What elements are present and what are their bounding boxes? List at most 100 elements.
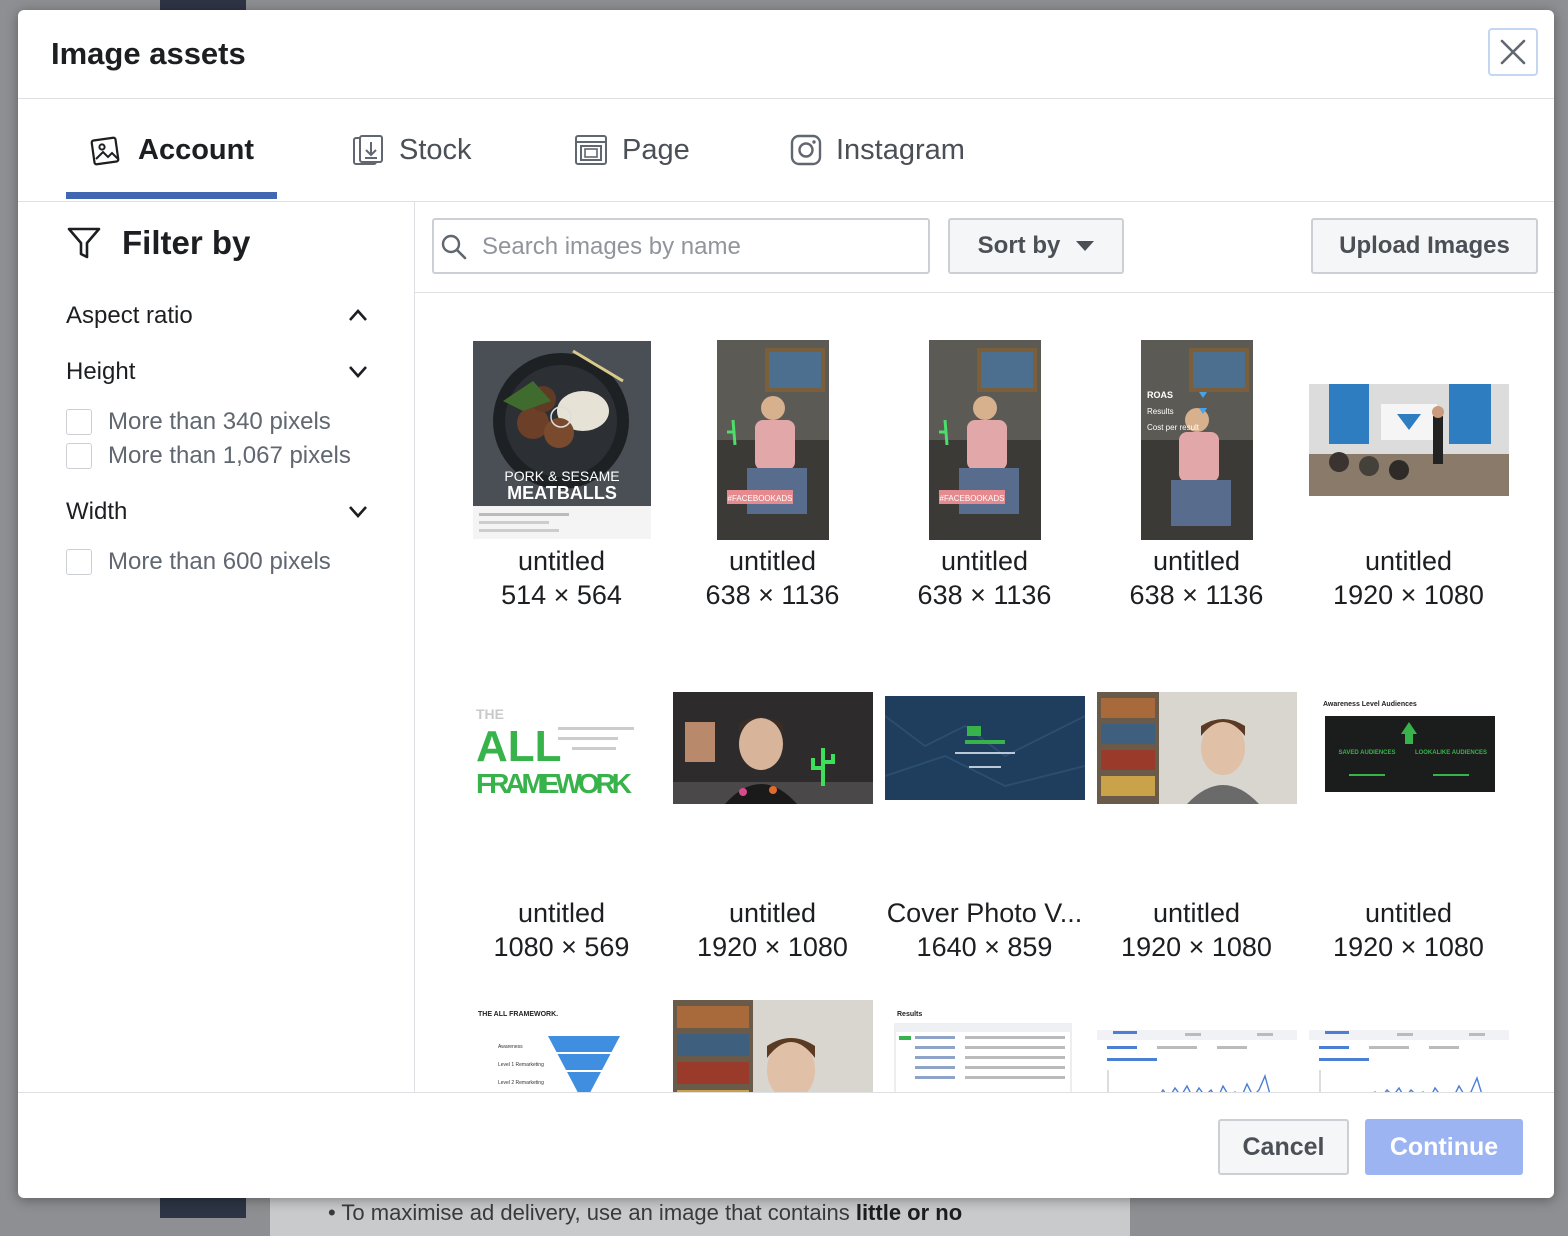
image-name: untitled bbox=[728, 898, 817, 928]
image-tile[interactable]: #FACEBOOKADS untitled 638 × 1136 bbox=[667, 340, 878, 612]
image-tile[interactable] bbox=[667, 1000, 878, 1092]
thumbnail-frame: ROAS Results Cost per result bbox=[1091, 340, 1302, 540]
upload-images-button[interactable]: Upload Images bbox=[1311, 218, 1538, 274]
image-tile[interactable] bbox=[1091, 1000, 1302, 1092]
filter-option-width-600[interactable]: More than 600 pixels bbox=[66, 548, 331, 576]
thumb-funnel-l1: Awareness bbox=[498, 1044, 523, 1050]
image-tile[interactable]: THE ALL FRAMEWORK untitled 1080 × 569 bbox=[456, 692, 667, 964]
background-dark-strip bbox=[160, 0, 246, 10]
image-thumbnail: #FACEBOOKADS bbox=[716, 340, 829, 540]
thumbnail-frame bbox=[1303, 1000, 1514, 1092]
thumb-framework-word: FRAMEWORK bbox=[476, 768, 632, 799]
tab-page[interactable]: Page bbox=[574, 99, 690, 201]
image-assets-modal: Image assets Account Stock Page Instagra… bbox=[18, 10, 1554, 1198]
cancel-button[interactable]: Cancel bbox=[1218, 1119, 1349, 1175]
image-thumbnail: THE ALL FRAMEWORK. Awareness Level 1 Rem… bbox=[461, 1000, 662, 1092]
image-toolbar: Sort by Upload Images bbox=[415, 202, 1554, 293]
thumb-saved-audiences: SAVED AUDIENCES bbox=[1338, 750, 1395, 756]
filter-section-label: Height bbox=[66, 358, 136, 385]
thumb-framework-all: ALL bbox=[476, 722, 562, 771]
image-thumbnail bbox=[672, 1000, 873, 1092]
thumbnail-frame: Awareness Level Audiences SAVED AUDIENCE… bbox=[1303, 692, 1514, 804]
thumb-roas: ROAS bbox=[1147, 390, 1173, 400]
thumb-funnel-l3: Level 2 Remarketing bbox=[498, 1080, 544, 1086]
thumb-results: Results bbox=[1147, 407, 1174, 416]
search-icon bbox=[441, 234, 467, 260]
image-thumbnail bbox=[1308, 384, 1509, 496]
image-thumbnail: THE ALL FRAMEWORK bbox=[461, 695, 662, 801]
thumbnail-frame: #FACEBOOKADS bbox=[667, 340, 878, 540]
tab-instagram[interactable]: Instagram bbox=[790, 99, 965, 201]
sort-by-label: Sort by bbox=[977, 232, 1061, 259]
tab-account[interactable]: Account bbox=[90, 99, 254, 201]
filter-section-width[interactable]: Width bbox=[66, 498, 368, 526]
modal-footer: Cancel Continue bbox=[18, 1092, 1554, 1198]
image-tile[interactable]: PORK & SESAME MEATBALLS untitled 514 × 5… bbox=[456, 340, 667, 612]
image-thumbnail bbox=[672, 692, 873, 804]
search-box bbox=[432, 218, 930, 274]
checkbox[interactable] bbox=[66, 549, 92, 575]
modal-header: Image assets bbox=[18, 10, 1554, 99]
image-tile[interactable]: untitled 1920 × 1080 bbox=[667, 692, 878, 964]
image-thumbnail: PORK & SESAME MEATBALLS bbox=[472, 341, 651, 539]
image-dimensions: 638 × 1136 bbox=[917, 580, 1052, 610]
image-tile[interactable]: Awareness Level Audiences SAVED AUDIENCE… bbox=[1303, 692, 1514, 964]
thumbnail-frame: THE ALL FRAMEWORK. Awareness Level 1 Rem… bbox=[456, 1000, 667, 1092]
image-name: untitled bbox=[517, 898, 606, 928]
thumb-audiences-title: Awareness Level Audiences bbox=[1323, 701, 1417, 708]
background-hint-text: • To maximise ad delivery, use an image … bbox=[328, 1200, 963, 1225]
image-dimensions: 1080 × 569 bbox=[493, 932, 630, 962]
thumb-hashtag: #FACEBOOKADS bbox=[939, 494, 1004, 503]
image-dimensions: 1920 × 1080 bbox=[1333, 932, 1484, 962]
continue-button[interactable]: Continue bbox=[1365, 1119, 1523, 1175]
thumbnail-frame bbox=[1091, 1000, 1302, 1092]
image-thumbnail bbox=[1308, 1000, 1509, 1092]
image-thumbnail: Results bbox=[884, 1000, 1085, 1092]
caret-down-icon bbox=[1076, 241, 1095, 251]
filter-option-height-1067[interactable]: More than 1,067 pixels bbox=[66, 442, 351, 470]
image-name: untitled bbox=[728, 546, 817, 576]
filter-option-height-340[interactable]: More than 340 pixels bbox=[66, 408, 331, 436]
image-tile[interactable]: untitled 1920 × 1080 bbox=[1303, 340, 1514, 612]
thumb-text-line1: PORK & SESAME bbox=[504, 468, 619, 484]
filter-section-label: Aspect ratio bbox=[66, 302, 193, 329]
thumbnail-frame: THE ALL FRAMEWORK bbox=[456, 692, 667, 804]
image-tile[interactable]: THE ALL FRAMEWORK. Awareness Level 1 Rem… bbox=[456, 1000, 667, 1092]
image-tile[interactable]: Results bbox=[879, 1000, 1090, 1092]
image-tile[interactable]: Cover Photo V... 1640 × 859 bbox=[879, 692, 1090, 964]
filter-icon bbox=[67, 227, 101, 259]
thumb-funnel-l2: Level 1 Remarketing bbox=[498, 1062, 544, 1068]
thumbnail-frame bbox=[1303, 340, 1514, 540]
filter-section-aspect-ratio[interactable]: Aspect ratio bbox=[66, 302, 368, 330]
image-thumbnail: ROAS Results Cost per result bbox=[1140, 340, 1253, 540]
checkbox[interactable] bbox=[66, 443, 92, 469]
image-name: untitled bbox=[1152, 546, 1241, 576]
chevron-down-icon bbox=[349, 506, 367, 518]
filter-section-height[interactable]: Height bbox=[66, 358, 368, 386]
tab-account-label: Account bbox=[138, 133, 254, 166]
search-input[interactable] bbox=[480, 220, 924, 274]
filter-section-label: Width bbox=[66, 498, 128, 525]
chevron-down-icon bbox=[349, 366, 367, 378]
image-tile[interactable]: #FACEBOOKADS untitled 638 × 1136 bbox=[879, 340, 1090, 612]
page-images-icon bbox=[575, 135, 607, 165]
thumbnail-frame bbox=[1091, 692, 1302, 804]
image-tile[interactable]: ROAS Results Cost per result untitled 63… bbox=[1091, 340, 1302, 612]
thumbnail-frame: Results bbox=[879, 1000, 1090, 1092]
checkbox[interactable] bbox=[66, 409, 92, 435]
image-tile[interactable] bbox=[1303, 1000, 1514, 1092]
close-button[interactable] bbox=[1488, 28, 1538, 76]
modal-title: Image assets bbox=[51, 36, 246, 71]
active-tab-indicator bbox=[66, 192, 277, 199]
image-dimensions: 1920 × 1080 bbox=[697, 932, 848, 962]
cancel-label: Cancel bbox=[1242, 1132, 1325, 1161]
image-name: Cover Photo V... bbox=[886, 898, 1083, 928]
image-name: untitled bbox=[940, 546, 1029, 576]
sort-by-button[interactable]: Sort by bbox=[948, 218, 1124, 274]
tab-stock[interactable]: Stock bbox=[351, 99, 472, 201]
image-thumbnail bbox=[1096, 692, 1297, 804]
thumb-cost: Cost per result bbox=[1147, 423, 1200, 432]
filter-option-label: More than 600 pixels bbox=[108, 548, 331, 575]
image-dimensions: 1920 × 1080 bbox=[1121, 932, 1272, 962]
image-tile[interactable]: untitled 1920 × 1080 bbox=[1091, 692, 1302, 964]
